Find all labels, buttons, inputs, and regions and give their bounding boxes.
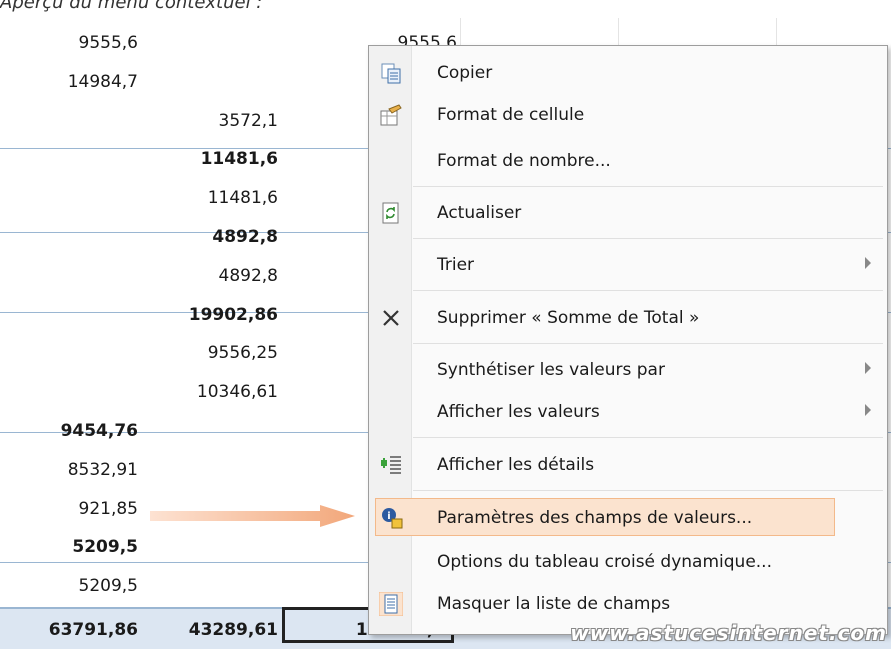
table-cell[interactable]: 19902,86 (150, 303, 278, 327)
submenu-arrow-icon (865, 404, 871, 416)
submenu-arrow-icon (865, 257, 871, 269)
table-cell[interactable]: 5209,5 (0, 574, 138, 598)
menu-item-label: Afficher les valeurs (437, 402, 600, 422)
menu-item-label: Trier (437, 255, 475, 275)
menu-item-show-values-as[interactable]: Afficher les valeurs (369, 393, 887, 431)
table-cell[interactable]: 5209,5 (0, 535, 138, 559)
table-cell[interactable]: 11481,6 (150, 147, 278, 171)
table-cell[interactable]: 9556,25 (150, 341, 278, 365)
table-cell[interactable] (150, 419, 278, 443)
menu-item-label: Copier (437, 63, 493, 83)
menu-item-label: Format de nombre... (437, 151, 611, 171)
menu-item-label: Actualiser (437, 203, 522, 223)
table-cell[interactable]: 921,85 (0, 497, 138, 521)
table-cell[interactable] (0, 341, 138, 365)
table-cell[interactable]: 8532,91 (0, 458, 138, 482)
table-cell[interactable] (0, 303, 138, 327)
total-cell[interactable]: 43289,61 (150, 618, 278, 642)
menu-item-refresh[interactable]: Actualiser (369, 194, 887, 232)
context-menu: Copier Format de cellule Format de nombr… (368, 45, 888, 635)
delete-x-icon (383, 310, 399, 326)
table-cell[interactable]: 9454,76 (0, 419, 138, 443)
menu-separator (413, 343, 883, 344)
menu-item-value-field-settings[interactable]: i Paramètres des champs de valeurs... (375, 498, 835, 536)
table-cell[interactable] (150, 458, 278, 482)
menu-item-label: Options du tableau croisé dynamique... (437, 552, 772, 572)
refresh-icon (382, 202, 399, 224)
copy-icon (381, 63, 401, 84)
menu-item-pivot-options[interactable]: Options du tableau croisé dynamique... (369, 543, 887, 581)
table-cell[interactable] (0, 225, 138, 249)
caption: Aperçu du menu contextuel : (0, 0, 263, 13)
table-cell[interactable]: 9555,6 (0, 31, 138, 55)
pointer-arrow (150, 505, 355, 527)
menu-item-number-format[interactable]: Format de nombre... (369, 142, 887, 180)
table-cell[interactable] (0, 380, 138, 404)
table-cell[interactable]: 10346,61 (150, 380, 278, 404)
menu-item-label: Synthétiser les valeurs par (437, 360, 665, 380)
table-cell[interactable] (0, 147, 138, 171)
table-cell[interactable]: 4892,8 (150, 225, 278, 249)
svg-text:i: i (387, 511, 390, 522)
menu-item-label: Masquer la liste de champs (437, 594, 671, 614)
submenu-arrow-icon (865, 362, 871, 374)
menu-separator (413, 238, 883, 239)
field-settings-icon: i (382, 508, 403, 529)
table-cell[interactable] (150, 535, 278, 559)
menu-item-summarize-by[interactable]: Synthétiser les valeurs par (369, 351, 887, 389)
watermark: www.astucesinternet.com (570, 621, 887, 645)
menu-item-label: Format de cellule (437, 105, 585, 125)
menu-item-label: Supprimer « Somme de Total » (437, 308, 700, 328)
table-cell[interactable] (150, 574, 278, 598)
table-cell[interactable]: 11481,6 (150, 186, 278, 210)
menu-item-sort[interactable]: Trier (369, 246, 887, 284)
format-cell-icon (380, 104, 402, 126)
menu-separator (413, 437, 883, 438)
table-cell[interactable]: 3572,1 (150, 109, 278, 133)
field-list-icon (379, 592, 403, 616)
menu-item-format-cell[interactable]: Format de cellule (369, 96, 887, 134)
menu-item-delete-field[interactable]: Supprimer « Somme de Total » (369, 299, 887, 337)
menu-item-label: Afficher les détails (437, 455, 595, 475)
table-cell[interactable]: 14984,7 (0, 70, 138, 94)
table-cell[interactable] (0, 109, 138, 133)
table-cell[interactable] (0, 264, 138, 288)
menu-separator (413, 290, 883, 291)
menu-item-copy[interactable]: Copier (369, 54, 887, 92)
table-cell[interactable] (150, 70, 278, 94)
show-details-icon (381, 456, 401, 474)
menu-item-hide-field-list[interactable]: Masquer la liste de champs (369, 585, 887, 623)
menu-separator (413, 490, 883, 491)
total-cell[interactable]: 63791,86 (0, 618, 138, 642)
table-cell[interactable]: 4892,8 (150, 264, 278, 288)
table-cell[interactable] (150, 31, 278, 55)
menu-item-show-details[interactable]: Afficher les détails (369, 446, 887, 484)
menu-separator (413, 186, 883, 187)
menu-item-label: Paramètres des champs de valeurs... (437, 508, 753, 528)
table-cell[interactable] (0, 186, 138, 210)
